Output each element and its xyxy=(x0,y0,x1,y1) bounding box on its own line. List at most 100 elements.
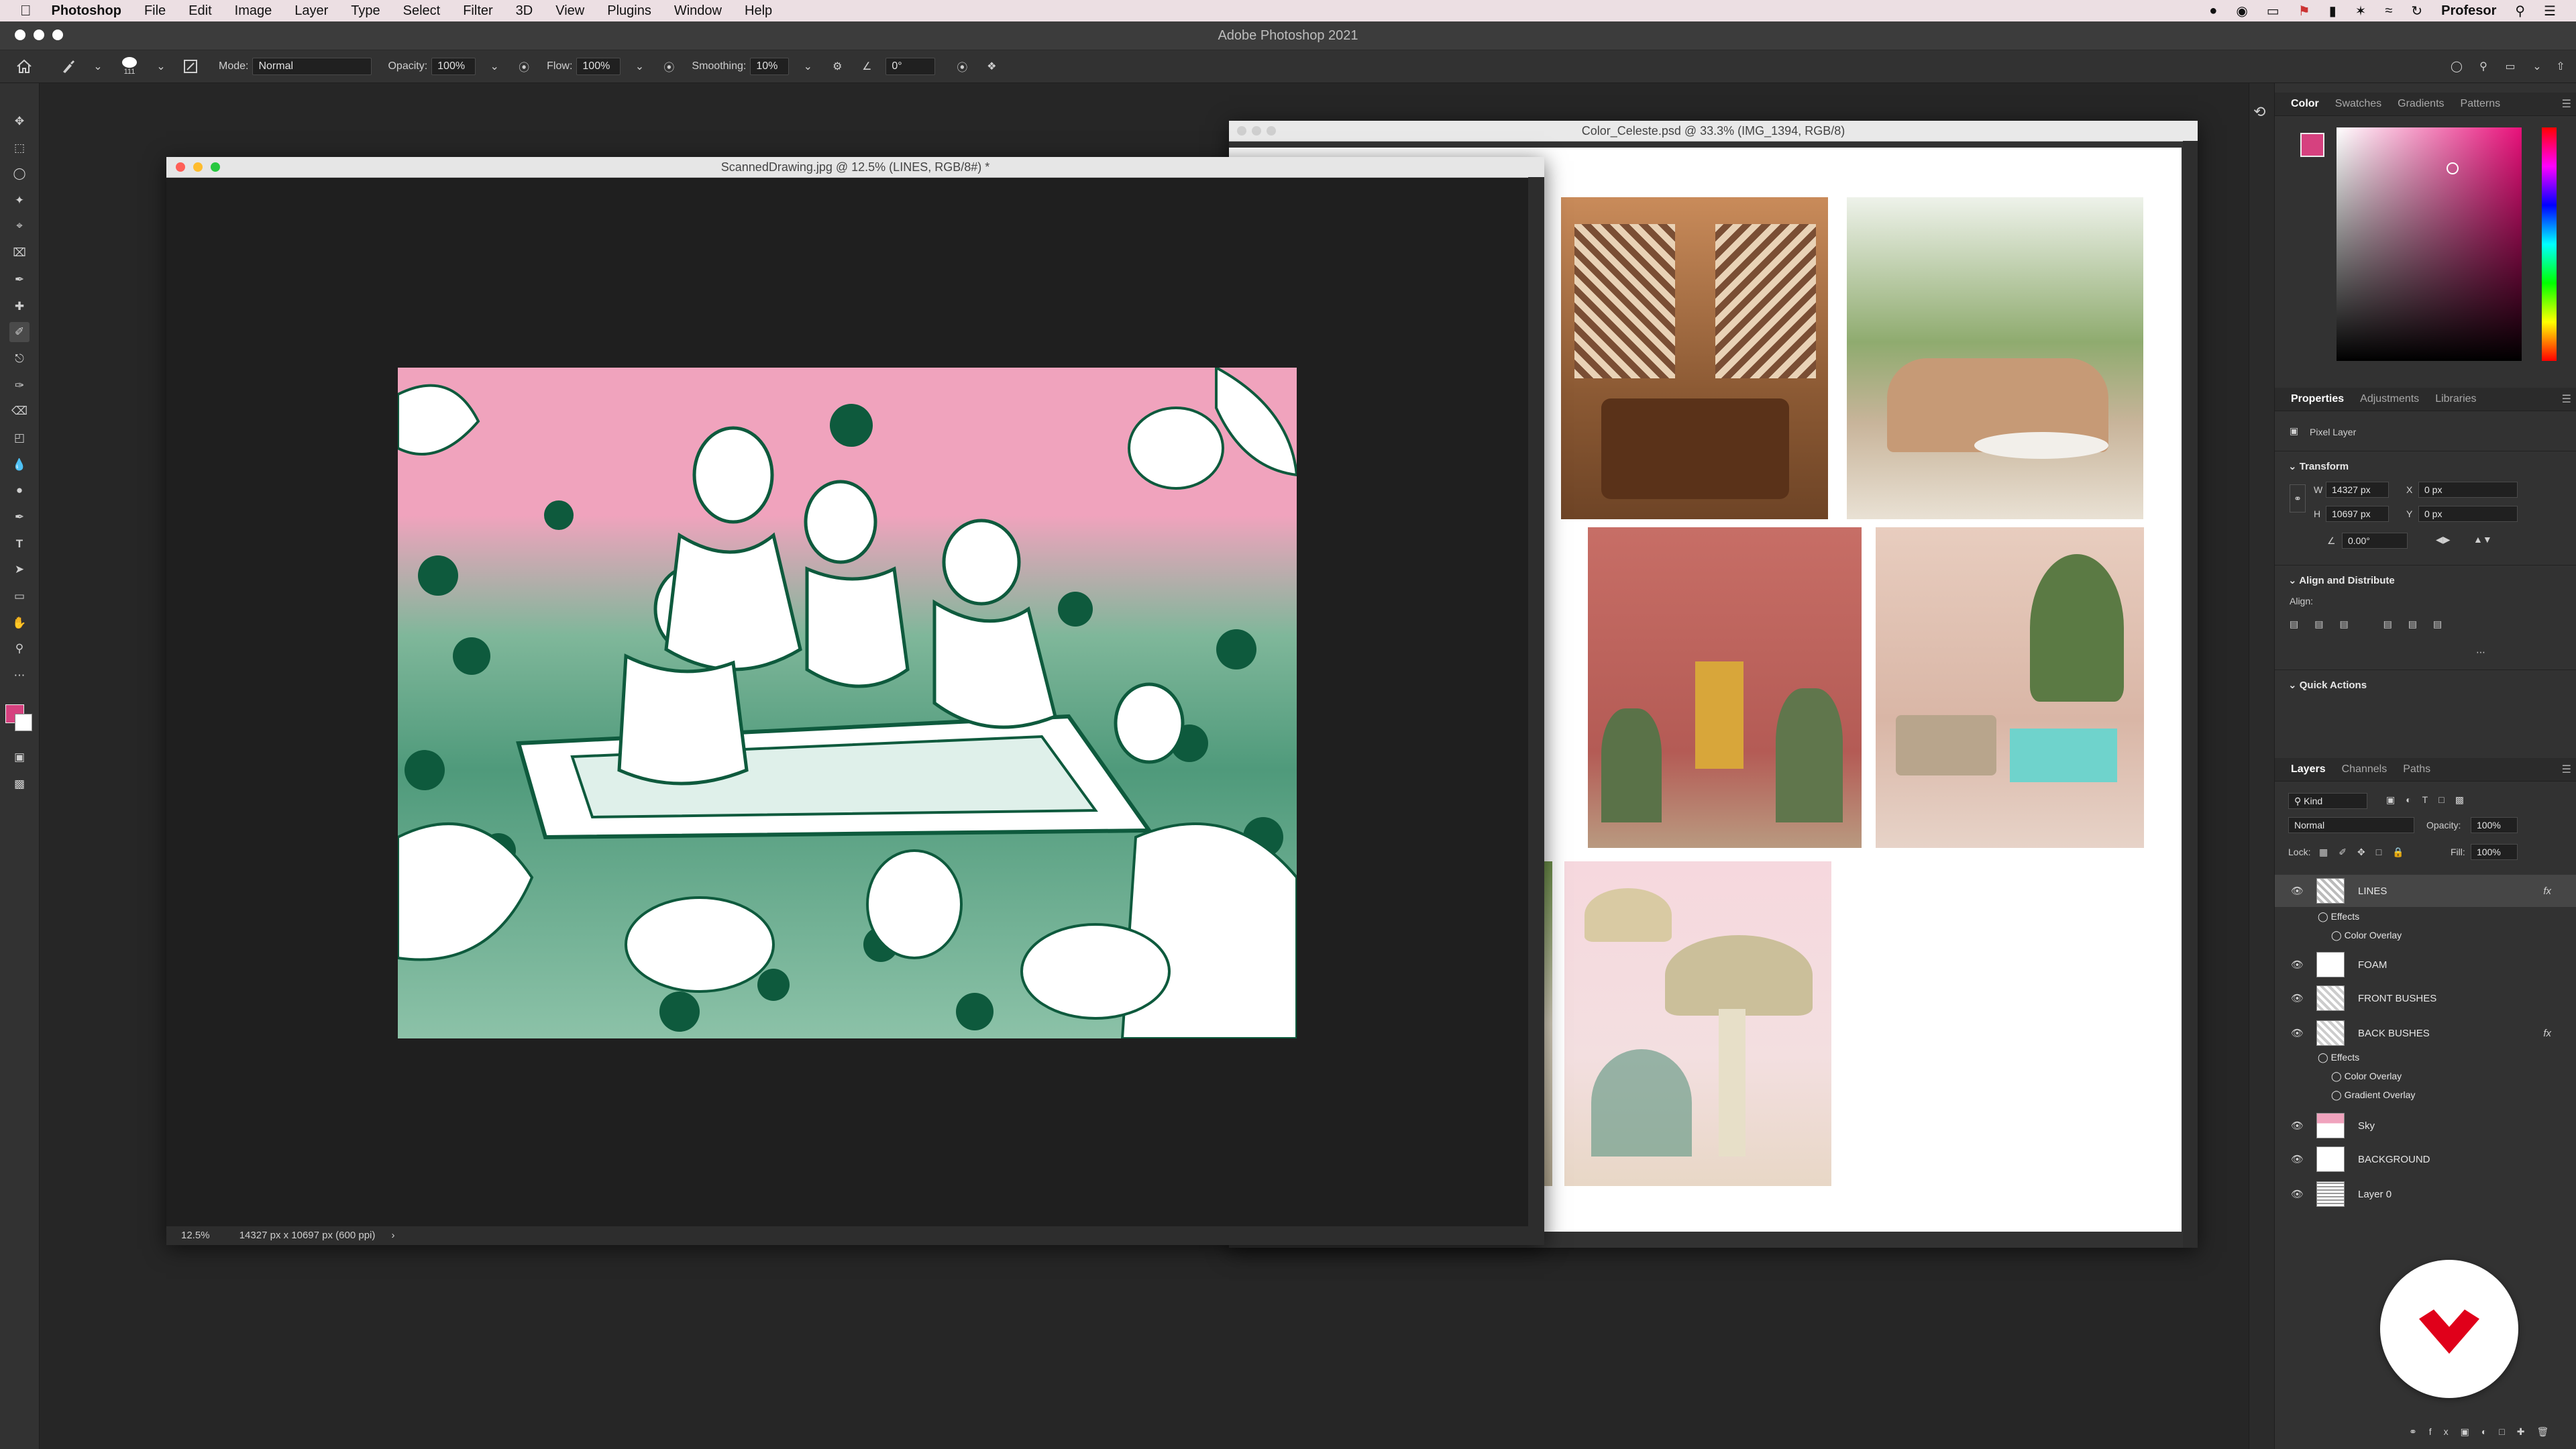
gradient-overlay-row[interactable]: ◯ Gradient Overlay xyxy=(2331,1089,2415,1101)
layer-row-background[interactable]: 👁 BACKGROUND xyxy=(2275,1143,2576,1175)
visibility-eye-icon[interactable]: ◯ xyxy=(2318,911,2331,922)
layer-kind-filter[interactable]: ⚲ Kind xyxy=(2288,793,2367,809)
menu-image[interactable]: Image xyxy=(235,3,272,19)
visibility-eye-icon[interactable]: 👁 xyxy=(2291,959,2304,971)
layer-filter-icons[interactable]: ▣◐T□▩ xyxy=(2386,794,2475,806)
tab-swatches[interactable]: Swatches xyxy=(2335,98,2381,110)
quick-mask-icon[interactable]: ▣ xyxy=(9,747,30,767)
doc2-scrollbar[interactable] xyxy=(2183,141,2198,1248)
flip-horizontal-icon[interactable]: ◀▶ xyxy=(2436,534,2451,545)
layer-name[interactable]: FOAM xyxy=(2358,959,2387,971)
color-picker-cursor[interactable] xyxy=(2447,162,2459,174)
doc1-minimize-button[interactable] xyxy=(193,162,203,172)
menu-filter[interactable]: Filter xyxy=(463,3,492,19)
chevron-down-icon[interactable]: ⌄ xyxy=(152,57,170,76)
document-tab-color-celeste[interactable]: Color_Celeste.psd @ 33.3% (IMG_1394, RGB… xyxy=(1229,121,2198,142)
dodge-tool-icon[interactable]: ● xyxy=(9,480,30,500)
layer-name[interactable]: Layer 0 xyxy=(2358,1189,2392,1200)
menu-app-name[interactable]: Photoshop xyxy=(52,3,121,19)
transform-section[interactable]: ⌄ Transform xyxy=(2288,460,2349,472)
bluetooth-icon[interactable]: ✶ xyxy=(2355,3,2367,19)
home-icon[interactable] xyxy=(15,57,34,76)
tab-color[interactable]: Color xyxy=(2291,98,2319,110)
color-picker-field[interactable] xyxy=(2337,127,2522,361)
visibility-eye-icon[interactable]: 👁 xyxy=(2291,1153,2304,1165)
share-icon[interactable]: ⇧ xyxy=(2551,57,2570,76)
doc1-zoom-button[interactable] xyxy=(211,162,220,172)
color-foreground-swatch[interactable] xyxy=(2300,133,2324,157)
document-tab-scanned-drawing[interactable]: ScannedDrawing.jpg @ 12.5% (LINES, RGB/8… xyxy=(166,157,1544,178)
effects-row[interactable]: ◯ Effects xyxy=(2318,911,2359,922)
drawing-canvas[interactable] xyxy=(398,368,1297,1038)
visibility-eye-icon[interactable]: ◯ xyxy=(2331,1071,2345,1081)
panel-menu-icon[interactable]: ☰ xyxy=(2562,763,2571,776)
visibility-eye-icon[interactable]: 👁 xyxy=(2291,1027,2304,1039)
symmetry-icon[interactable]: ❖ xyxy=(982,57,1001,76)
eyedropper-tool-icon[interactable]: ✒ xyxy=(9,270,30,290)
hue-slider[interactable] xyxy=(2542,127,2557,361)
control-center-icon[interactable]: ☰ xyxy=(2544,3,2556,19)
layer-name[interactable]: BACKGROUND xyxy=(2358,1154,2430,1165)
document-dimensions[interactable]: 14327 px x 10697 px (600 ppi) xyxy=(239,1230,376,1241)
layer-effects-fx[interactable]: fx xyxy=(2543,885,2551,897)
move-tool-icon[interactable]: ✥ xyxy=(9,111,30,131)
path-selection-tool-icon[interactable]: ➤ xyxy=(9,559,30,580)
search-icon[interactable]: ⚲ xyxy=(2474,57,2493,76)
visibility-eye-icon[interactable]: ◯ xyxy=(2318,1052,2331,1063)
screen-mode-icon[interactable]: ▩ xyxy=(9,774,30,794)
hand-tool-icon[interactable]: ✋ xyxy=(9,613,30,633)
wifi-icon[interactable]: ≈ xyxy=(2385,3,2392,19)
app-zoom-button[interactable] xyxy=(52,30,63,40)
brush-tool-icon[interactable]: ✐ xyxy=(9,322,30,342)
height-field[interactable]: 10697 px xyxy=(2326,506,2389,522)
menu-window[interactable]: Window xyxy=(674,3,722,19)
tab-patterns[interactable]: Patterns xyxy=(2461,98,2501,110)
visibility-eye-icon[interactable]: ◯ xyxy=(2331,1089,2345,1100)
doc2-close-button[interactable] xyxy=(1237,126,1246,136)
layers-footer-icons[interactable]: ⚭fx▣◐□✚🗑 xyxy=(2409,1426,2561,1438)
width-field[interactable]: 14327 px xyxy=(2326,482,2389,498)
menu-3d[interactable]: 3D xyxy=(516,3,533,19)
menu-layer[interactable]: Layer xyxy=(294,3,328,19)
pressure-size-icon[interactable]: ⦿ xyxy=(953,57,971,76)
x-field[interactable]: 0 px xyxy=(2418,482,2518,498)
tab-adjustments[interactable]: Adjustments xyxy=(2360,393,2419,405)
search-people-icon[interactable]: ◯ xyxy=(2447,57,2466,76)
flow-field[interactable]: 100% xyxy=(576,58,621,75)
visibility-eye-icon[interactable]: 👁 xyxy=(2291,1188,2304,1200)
eraser-tool-icon[interactable]: ⌫ xyxy=(9,401,30,421)
chevron-down-icon[interactable]: ⌄ xyxy=(89,57,107,76)
angle-field[interactable]: 0.00° xyxy=(2342,533,2408,549)
angle-icon[interactable]: ∠ xyxy=(857,57,876,76)
align-buttons[interactable]: ▤▤▤ ▤▤▤ xyxy=(2290,619,2458,630)
clone-stamp-tool-icon[interactable]: ⎋ xyxy=(9,349,30,369)
doc1-close-button[interactable] xyxy=(176,162,185,172)
pen-tool-icon[interactable]: ✒ xyxy=(9,507,30,527)
fill-field[interactable]: 100% xyxy=(2471,844,2518,860)
history-panel-icon[interactable]: ⟲ xyxy=(2253,103,2265,121)
menu-select[interactable]: Select xyxy=(403,3,441,19)
rectangle-tool-icon[interactable]: ▭ xyxy=(9,586,30,606)
spotlight-search-icon[interactable]: ⚲ xyxy=(2515,3,2525,19)
layer-effects-fx[interactable]: fx xyxy=(2543,1028,2551,1039)
menu-help[interactable]: Help xyxy=(745,3,772,19)
blur-tool-icon[interactable]: 💧 xyxy=(9,455,30,475)
flag-icon[interactable]: ⚑ xyxy=(2298,3,2310,19)
record-icon[interactable]: ● xyxy=(2209,3,2217,19)
brush-settings-icon[interactable] xyxy=(181,57,200,76)
layer-name[interactable]: FRONT BUSHES xyxy=(2358,993,2436,1004)
history-brush-tool-icon[interactable]: ✑ xyxy=(9,376,30,396)
layer-name[interactable]: LINES xyxy=(2358,885,2387,897)
menu-view[interactable]: View xyxy=(555,3,584,19)
tab-properties[interactable]: Properties xyxy=(2291,393,2344,405)
app-close-button[interactable] xyxy=(15,30,25,40)
background-color-swatch[interactable] xyxy=(15,714,32,731)
brush-size-picker[interactable]: 111 xyxy=(118,57,141,76)
layer-opacity-field[interactable]: 100% xyxy=(2471,817,2518,833)
chevron-down-icon[interactable]: ⌄ xyxy=(798,57,817,76)
panel-menu-icon[interactable]: ☰ xyxy=(2562,392,2571,406)
align-distribute-section[interactable]: ⌄ Align and Distribute xyxy=(2288,574,2395,586)
layer-blend-mode[interactable]: Normal xyxy=(2288,817,2414,833)
healing-brush-tool-icon[interactable]: ✚ xyxy=(9,297,30,317)
layer-name[interactable]: Sky xyxy=(2358,1120,2375,1132)
